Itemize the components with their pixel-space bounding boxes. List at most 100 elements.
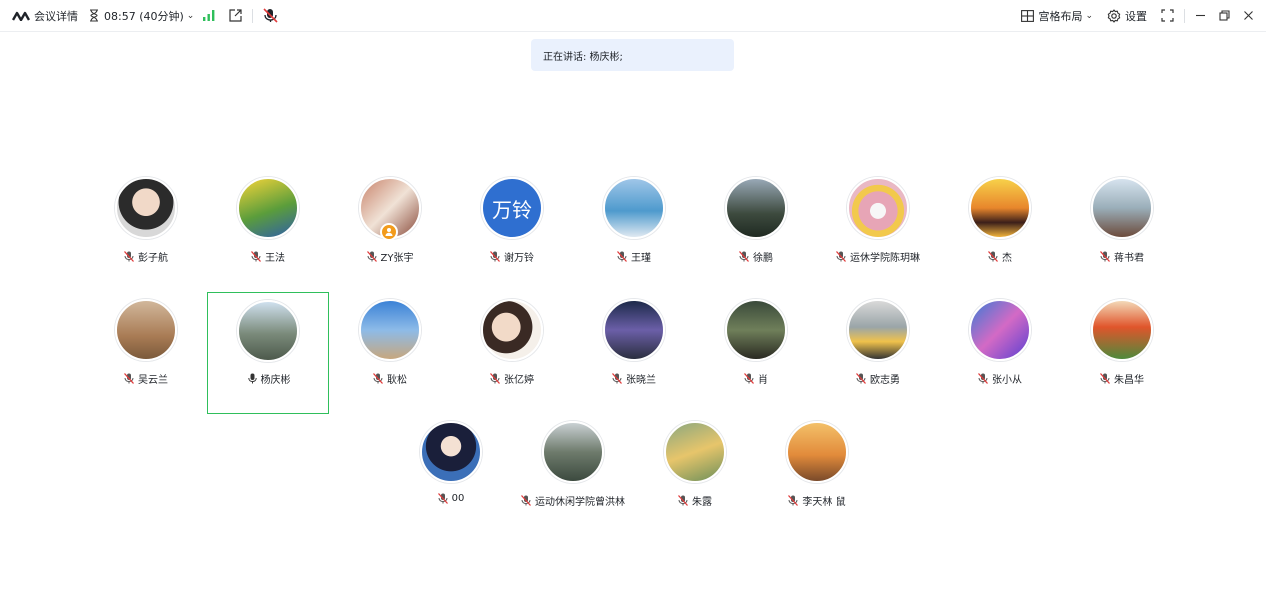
- close-icon: [1243, 10, 1254, 21]
- participant-avatar: [969, 177, 1031, 239]
- participant-tile[interactable]: 运动休闲学院曾洪林: [512, 421, 634, 547]
- mute-all-button[interactable]: [263, 8, 278, 23]
- participant-name-row: 杨庆彬: [208, 371, 330, 386]
- mic-muted-icon: [366, 251, 377, 262]
- participant-tile[interactable]: 朱昌华: [1061, 299, 1183, 425]
- speaking-indicator: 正在讲话: 杨庆彬;: [531, 39, 734, 71]
- layout-label: 宫格布局: [1038, 9, 1083, 23]
- mic-muted-icon: [1100, 373, 1110, 384]
- app-logo-icon: [12, 11, 30, 21]
- chevron-down-icon: ⌄: [1085, 10, 1093, 21]
- restore-window-icon: [1219, 10, 1230, 21]
- participant-tile[interactable]: 肖: [695, 299, 817, 425]
- participant-name: 张小从: [992, 375, 1022, 386]
- participant-avatar: [603, 299, 665, 361]
- top-bar: 会议详情 08:57 (40分钟) ⌄ 宫格布局 ⌄ 设置: [0, 0, 1266, 32]
- participant-name: 朱昌华: [1114, 375, 1144, 386]
- participant-name: 王法: [265, 253, 285, 264]
- participant-tile[interactable]: 张小从: [939, 299, 1061, 425]
- restore-button[interactable]: [1219, 10, 1230, 21]
- participant-tile[interactable]: 朱露: [634, 421, 756, 547]
- participant-name: 杰: [1002, 253, 1012, 264]
- participant-avatar: [786, 421, 848, 483]
- participant-avatar: [603, 177, 665, 239]
- speaking-text: 正在讲话: 杨庆彬;: [543, 51, 623, 63]
- meeting-details-button[interactable]: 会议详情: [12, 8, 78, 24]
- participant-name: 谢万铃: [504, 253, 534, 264]
- participant-tile[interactable]: 万铃谢万铃: [451, 177, 573, 303]
- participant-name: 李天林 鼠: [802, 497, 846, 508]
- participant-avatar: [725, 177, 787, 239]
- participant-tile[interactable]: 运休学院陈玥琳: [817, 177, 939, 303]
- participant-name-row: 张小从: [939, 371, 1061, 386]
- participant-name: 运动休闲学院曾洪林: [535, 497, 625, 508]
- participant-avatar: [664, 421, 726, 483]
- participant-tile[interactable]: 吴云兰: [85, 299, 207, 425]
- participant-tile[interactable]: 张晓兰: [573, 299, 695, 425]
- layout-button[interactable]: 宫格布局 ⌄: [1021, 8, 1093, 24]
- participant-name-row: 欧志勇: [817, 371, 939, 386]
- mic-on-icon: [247, 373, 257, 384]
- mic-muted-icon: [1100, 251, 1110, 262]
- participant-tile[interactable]: 李天林 鼠: [756, 421, 878, 547]
- external-link-icon: [229, 9, 242, 22]
- participant-avatar: [237, 177, 299, 239]
- mic-muted-icon: [612, 373, 622, 384]
- participant-name: 耿松: [387, 375, 407, 386]
- settings-button[interactable]: 设置: [1107, 8, 1147, 24]
- mic-muted-icon: [251, 251, 261, 262]
- participant-name-row: 运动休闲学院曾洪林: [512, 493, 634, 508]
- mic-muted-icon: [978, 373, 988, 384]
- settings-label: 设置: [1125, 9, 1147, 23]
- participant-name: ZY张宇: [380, 253, 414, 264]
- minimize-icon: [1195, 10, 1206, 21]
- mic-muted-icon: [739, 251, 749, 262]
- mic-muted-icon: [124, 251, 134, 262]
- participant-tile[interactable]: 张亿婷: [451, 299, 573, 425]
- participant-avatar: [725, 299, 787, 361]
- participant-avatar: [847, 177, 909, 239]
- participant-tile[interactable]: 耿松: [329, 299, 451, 425]
- mic-muted-icon: [373, 373, 383, 384]
- participant-tile[interactable]: 00: [390, 421, 512, 547]
- participant-name-row: 肖: [695, 371, 817, 386]
- mic-muted-icon: [490, 251, 500, 262]
- close-button[interactable]: [1243, 10, 1254, 21]
- participant-avatar: [1091, 299, 1153, 361]
- participant-name-row: 彭子航: [85, 249, 207, 264]
- avatar-initials: 万铃: [483, 179, 541, 237]
- participant-tile[interactable]: 杨庆彬: [207, 292, 329, 414]
- participant-name-row: ZY张宇: [329, 249, 451, 264]
- participant-tile[interactable]: 杰: [939, 177, 1061, 303]
- share-external-button[interactable]: [229, 9, 242, 22]
- signal-bars-icon: [203, 10, 215, 21]
- participant-name: 吴云兰: [138, 375, 168, 386]
- participant-name: 欧志勇: [870, 375, 900, 386]
- mic-muted-icon: [678, 495, 688, 506]
- timer-button[interactable]: 08:57 (40分钟) ⌄: [88, 8, 194, 24]
- participant-avatar: [115, 177, 177, 239]
- participant-name-row: 徐鹏: [695, 249, 817, 264]
- participant-tile[interactable]: ZY张宇: [329, 177, 451, 303]
- divider: [252, 8, 254, 23]
- participant-avatar: [969, 299, 1031, 361]
- fullscreen-button[interactable]: [1161, 9, 1174, 22]
- mic-muted-icon: [490, 373, 500, 384]
- participant-name: 朱露: [692, 497, 712, 508]
- network-signal-button[interactable]: [203, 10, 215, 21]
- participant-tile[interactable]: 欧志勇: [817, 299, 939, 425]
- participant-tile[interactable]: 彭子航: [85, 177, 207, 303]
- participant-tile[interactable]: 王法: [207, 177, 329, 303]
- participant-avatar: [359, 299, 421, 361]
- participant-name: 蒋书君: [1114, 253, 1144, 264]
- minimize-button[interactable]: [1195, 10, 1206, 21]
- mic-muted-icon: [788, 495, 799, 506]
- participant-name: 杨庆彬: [260, 375, 291, 386]
- participant-tile[interactable]: 蒋书君: [1061, 177, 1183, 303]
- participant-name-row: 朱昌华: [1061, 371, 1183, 386]
- participant-name-row: 谢万铃: [451, 249, 573, 264]
- hourglass-icon: [88, 9, 100, 22]
- participant-avatar: [542, 421, 604, 483]
- participant-tile[interactable]: 徐鹏: [695, 177, 817, 303]
- participant-tile[interactable]: 王瑾: [573, 177, 695, 303]
